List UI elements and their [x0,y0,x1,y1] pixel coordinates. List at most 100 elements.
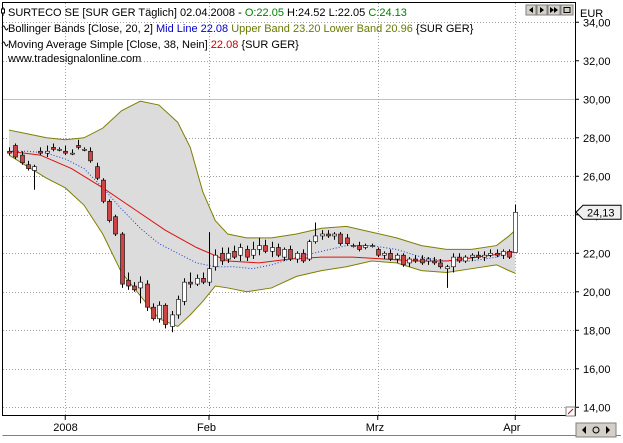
candle-body [38,150,43,154]
candle-body [145,283,150,308]
candle-body [201,278,206,283]
legend-segment: Mid Line 22.08 [156,23,231,35]
candle-body [432,260,437,264]
candle-body [501,251,506,256]
candle-body [276,247,281,256]
candle-body [20,154,25,164]
candle-body [513,211,518,253]
candle-body [7,150,12,154]
candle-body [495,252,500,256]
candle-body [76,145,81,148]
candle-body [338,233,343,244]
legend-segment: Bollinger Bands [Close, 20, 2] [8,23,156,35]
candle-body [101,179,106,202]
candle [101,178,106,204]
candle-body [282,249,287,258]
fast-forward-button[interactable] [547,4,561,16]
x-axis: 2008 Feb Mrz Apr [53,415,521,434]
candle-body [26,164,31,169]
candle-body [326,233,331,237]
candle-body [445,266,450,269]
candle-body [132,285,137,291]
candle-body [176,299,181,316]
y-tick-label: 30,00 [583,94,611,106]
candle [120,232,125,288]
y-tick-label: 20,00 [583,287,611,299]
legend-segment: 22.08 [211,39,242,51]
svg-text:24,13: 24,13 [587,207,615,219]
scroll-right-button[interactable] [536,4,548,16]
maximize-button[interactable] [560,4,574,16]
candle-body [395,254,400,260]
candle-body [157,304,162,320]
candle-body [313,235,318,243]
candle [13,143,18,159]
x-tick-label: Feb [197,422,216,434]
candle-body [470,254,475,258]
candle-body [107,200,112,221]
legend-segment: H:24.52 L:22.05 [284,7,368,19]
x-tick-label: 2008 [53,422,77,434]
candle [401,253,406,267]
legend-segment: {SUR GER} [241,39,299,51]
candle-body [13,145,18,158]
candle-body [213,254,218,268]
candle-body [388,252,393,260]
candle-body [307,241,312,260]
candle-body [320,233,325,237]
candle-body [332,233,337,237]
candle-body [138,281,143,289]
y-tick-label: 14,00 [583,402,611,414]
legend-segment: C:24.13 [368,7,407,19]
candle-body [51,147,56,150]
resize-grip-icon[interactable] [565,406,576,417]
candle-body [126,279,131,287]
candle [338,232,343,246]
last-price-tag: 24,13 [575,204,622,220]
scroll-left-button[interactable] [525,4,537,16]
candle-body [251,249,256,256]
legend-line-3: Moving Average Simple [Close, 38, Nein] … [8,39,299,51]
candle-body [226,252,231,260]
candle [182,278,187,306]
candle [163,303,168,329]
candle-body [351,245,356,247]
candle-body [151,306,156,320]
price-chart[interactable]: 14,0016,0018,0020,0022,0024,0026,0028,00… [0,0,623,443]
candle-body [420,258,425,264]
candle-body [63,150,68,154]
candle [513,204,518,253]
candle [445,264,450,288]
candle-body [113,216,118,235]
candle-body [438,262,443,268]
legend-segment: O:22.05 [245,7,284,19]
y-tick-label: 22,00 [583,248,611,260]
y-tick-label: 16,00 [583,364,611,376]
scroll-control[interactable] [575,422,617,438]
candle-body [182,281,187,302]
candle-body [413,258,418,262]
candle-body [45,150,50,154]
candle-body [426,258,431,262]
candle [113,214,118,236]
candle-body [507,251,512,258]
currency-label: EUR [580,8,603,20]
candle-body [120,233,125,285]
candle-body [376,249,381,256]
candle-body [70,152,75,155]
candle-body [257,245,262,250]
candle-body [32,166,37,171]
candle-body [301,252,306,262]
candle [145,280,150,312]
candle-body [451,256,456,268]
candle-body [488,252,493,256]
candle-body [288,249,293,260]
legend-segment: SURTECO SE [SUR GER Täglich] 02.04.2008 … [8,7,245,19]
legend-segment: Upper Band 23.20 Lower Band 20.96 [231,23,416,35]
candle-body [245,249,250,258]
candle-body [401,254,406,266]
candle-body [207,268,212,283]
candle-body [170,314,175,327]
x-tick-label: Apr [503,422,520,434]
candle-body [476,254,481,258]
